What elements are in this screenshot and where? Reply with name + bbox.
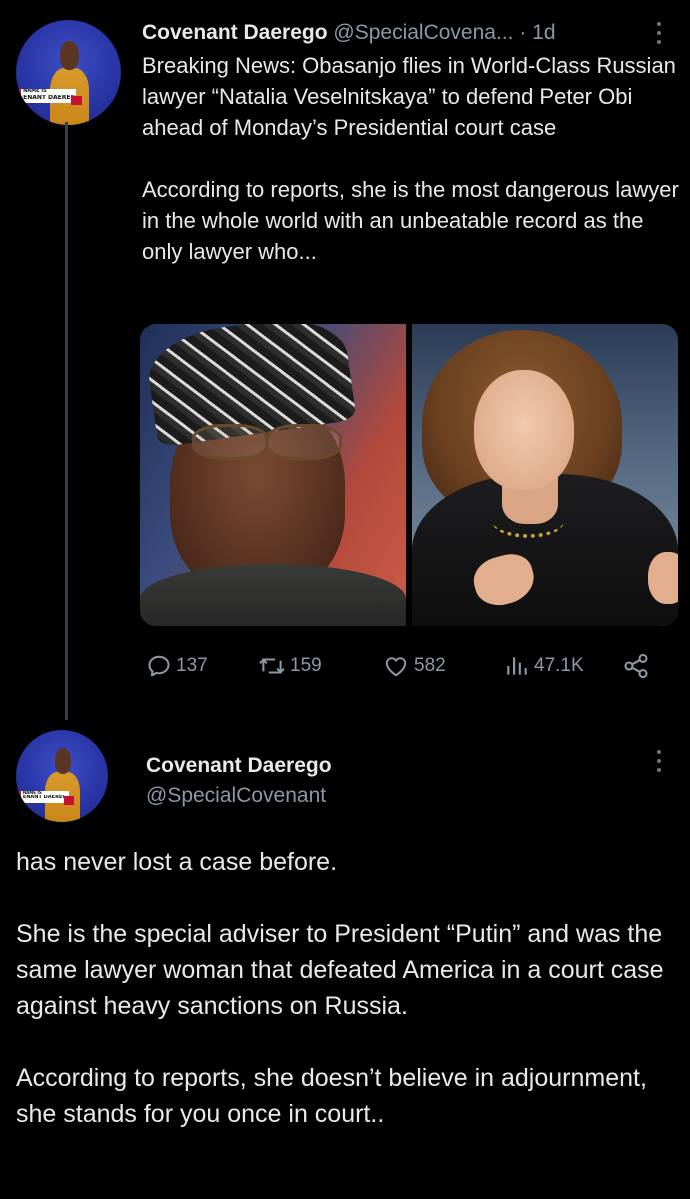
tweet-time[interactable]: 1d [532,21,555,44]
tweet-text: has never lost a case before. She is the… [16,844,686,1132]
author-name[interactable]: Covenant Daerego [142,21,328,44]
media-photo-veselnitskaya[interactable] [412,324,678,626]
more-options-icon[interactable] [657,22,663,44]
avatar-banner-accent [63,796,74,805]
views-button[interactable]: 47.1K [504,651,584,681]
tweet-paragraph: According to reports, she doesn’t believ… [16,1064,647,1128]
photo-necklace-shape [492,504,564,538]
retweet-button[interactable]: 159 [258,651,322,681]
tweet-paragraph: has never lost a case before. [16,848,338,876]
media-photo-obasanjo[interactable] [140,324,406,626]
like-count: 582 [414,655,446,676]
thread-connector-line [65,122,68,720]
retweet-icon [259,658,285,674]
tweet-text: Breaking News: Obasanjo flies in World-C… [142,53,679,264]
photo-robe-shape [140,564,406,626]
heart-icon [385,657,407,677]
avatar-figure-head [54,748,72,775]
bar-chart-icon [507,657,527,675]
avatar-name-banner: NAME IS ENANT DAEREG [18,89,76,103]
reply-icon [148,655,170,677]
photo-glasses-left [192,424,268,460]
avatar[interactable]: NAME IS ENANT DAEREG [16,730,108,822]
photo-glasses-right [266,424,342,460]
tweet-header: Covenant Daerego @SpecialCovena... · 1d [142,19,556,47]
view-count: 47.1K [534,655,584,676]
retweet-count: 159 [290,655,322,676]
reply-count: 137 [176,655,208,676]
avatar-figure-head [60,41,79,71]
share-button[interactable] [622,651,650,681]
photo-face-shape [474,370,574,490]
avatar-banner-line2: ENANT DAEREG [22,794,67,800]
author-handle[interactable]: @SpecialCovenant [146,782,326,810]
more-options-icon[interactable] [657,750,663,772]
share-icon [624,653,648,679]
time-separator: · [519,21,527,44]
avatar[interactable]: NAME IS ENANT DAEREG [16,20,121,125]
avatar-name-banner: NAME IS ENANT DAEREG [17,790,69,803]
author-name[interactable]: Covenant Daerego [146,752,332,780]
reply-button[interactable]: 137 [146,651,208,681]
tweet-paragraph: She is the special adviser to President … [16,920,664,1020]
author-handle[interactable]: @SpecialCovena... [333,21,513,44]
photo-hand-shape-2 [648,552,678,604]
like-button[interactable]: 582 [382,651,446,681]
avatar-banner-line2: ENANT DAEREG [23,94,76,101]
media-grid[interactable] [140,324,678,626]
avatar-banner-accent [70,95,83,106]
